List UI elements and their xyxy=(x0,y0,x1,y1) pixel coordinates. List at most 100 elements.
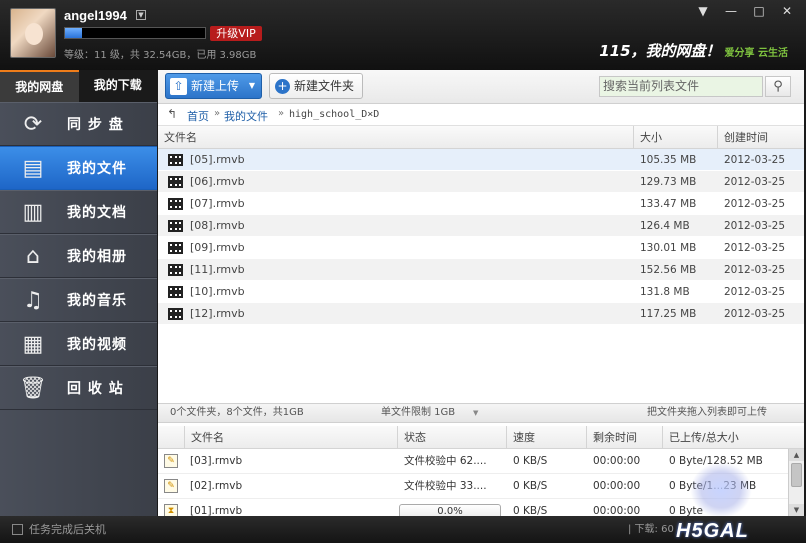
music-note-icon: ♫ xyxy=(23,288,43,313)
video-file-icon xyxy=(168,154,183,166)
file-size: 131.8 MB xyxy=(640,286,690,298)
search-icon[interactable]: ⚲ xyxy=(765,76,791,97)
task-file-name: [03].rmvb xyxy=(190,455,243,467)
video-file-icon xyxy=(168,264,183,276)
scroll-up-icon[interactable]: ▲ xyxy=(789,449,804,461)
task-remaining: 00:00:00 xyxy=(593,480,641,492)
brand-name: 115，我的网盘！ xyxy=(599,42,721,60)
task-speed: 0 KB/S xyxy=(513,505,548,516)
task-file-name: [02].rmvb xyxy=(190,480,243,492)
main-tabs: 我的网盘 我的下载 xyxy=(0,70,157,102)
breadcrumb-home[interactable]: 首页 xyxy=(187,108,209,124)
upgrade-vip-button[interactable]: 升级VIP xyxy=(210,26,262,41)
back-arrow-icon[interactable]: ↰ xyxy=(167,107,177,121)
task-column-speed[interactable]: 速度 xyxy=(506,426,586,449)
file-list: [05].rmvb 105.35 MB 2012-03-25 [06].rmvb… xyxy=(158,149,804,403)
video-file-icon xyxy=(168,242,183,254)
file-row[interactable]: [05].rmvb 105.35 MB 2012-03-25 xyxy=(158,149,804,171)
tab-my-downloads[interactable]: 我的下载 xyxy=(78,70,157,102)
sidebar-item-my-documents[interactable]: ▥ 我的文档 xyxy=(0,190,157,234)
file-row[interactable]: [11].rmvb 152.56 MB 2012-03-25 xyxy=(158,259,804,281)
file-date: 2012-03-25 xyxy=(724,154,786,166)
sidebar-item-recycle-bin[interactable]: 🗑 回 收 站 xyxy=(0,366,157,410)
sidebar-item-sync[interactable]: ⟳ 同 步 盘 xyxy=(0,102,157,146)
brand-logo: 115，我的网盘！ 爱分享 云生活 xyxy=(599,40,788,61)
task-speed: 0 KB/S xyxy=(513,455,548,467)
task-remaining: 00:00:00 xyxy=(593,505,641,516)
task-file-name: [01].rmvb xyxy=(190,505,243,516)
sidebar-item-label: 我的视频 xyxy=(67,337,127,353)
file-list-header: 文件名 大小 创建时间 xyxy=(158,126,804,149)
file-row[interactable]: [08].rmvb 126.4 MB 2012-03-25 xyxy=(158,215,804,237)
file-name: [06].rmvb xyxy=(190,175,245,188)
file-date: 2012-03-25 xyxy=(724,198,786,210)
file-size: 105.35 MB xyxy=(640,154,697,166)
upload-task-header: 文件名 状态 速度 剩余时间 已上传/总大小 xyxy=(158,426,804,449)
task-column-name[interactable]: 文件名 xyxy=(184,426,396,449)
file-row[interactable]: [09].rmvb 130.01 MB 2012-03-25 xyxy=(158,237,804,259)
task-column-uploaded[interactable]: 已上传/总大小 xyxy=(662,426,788,449)
file-row[interactable]: [12].rmvb 117.25 MB 2012-03-25 xyxy=(158,303,804,325)
video-file-icon xyxy=(168,308,183,320)
task-column-status[interactable]: 状态 xyxy=(397,426,506,449)
user-dropdown-icon[interactable]: ▼ xyxy=(136,10,146,20)
file-date: 2012-03-25 xyxy=(724,308,786,320)
checking-file-icon: ✎ xyxy=(164,479,178,493)
hourglass-icon: ⧗ xyxy=(164,504,178,516)
maximize-button[interactable]: □ xyxy=(748,2,770,20)
scroll-down-icon[interactable]: ▼ xyxy=(789,504,804,516)
sidebar-item-my-music[interactable]: ♫ 我的音乐 xyxy=(0,278,157,322)
task-remaining: 00:00:00 xyxy=(593,455,641,467)
avatar[interactable] xyxy=(10,8,56,58)
photo-album-icon: ⌂ xyxy=(26,244,40,269)
window-menu-button[interactable]: ▼ xyxy=(692,2,714,20)
minimize-button[interactable]: — xyxy=(720,2,742,20)
close-button[interactable]: ✕ xyxy=(776,2,798,20)
file-date: 2012-03-25 xyxy=(724,220,786,232)
username[interactable]: angel1994 xyxy=(64,8,127,23)
sidebar-item-my-files[interactable]: ▤ 我的文件 xyxy=(0,146,157,190)
scroll-thumb[interactable] xyxy=(791,463,802,487)
file-row[interactable]: [10].rmvb 131.8 MB 2012-03-25 xyxy=(158,281,804,303)
toolbar: ⇧ 新建上传 ▼ + 新建文件夹 搜索当前列表文件 ⚲ xyxy=(158,70,804,104)
briefcase-icon: ▤ xyxy=(22,156,44,181)
shutdown-label: 任务完成后关机 xyxy=(29,523,106,536)
video-file-icon xyxy=(168,220,183,232)
sync-icon: ⟳ xyxy=(23,112,43,137)
task-list-scrollbar[interactable]: ▲ ▼ xyxy=(788,449,804,516)
splitter-handle-icon[interactable]: ▼ xyxy=(473,404,478,422)
column-header-name[interactable]: 文件名 xyxy=(158,126,632,149)
search-input[interactable]: 搜索当前列表文件 xyxy=(599,76,763,97)
column-header-size[interactable]: 大小 xyxy=(633,126,717,149)
sidebar-item-label: 我的文件 xyxy=(67,161,127,177)
footer-bar: 任务完成后关机 | 下载: 60 H5GAL xyxy=(0,516,806,543)
chevron-down-icon[interactable]: ▼ xyxy=(249,74,255,98)
task-column-remaining[interactable]: 剩余时间 xyxy=(586,426,662,449)
file-list-status-bar: 0个文件夹，8个文件，共1GB 单文件限制 1GB ▼ 把文件夹拖入列表即可上传 xyxy=(158,403,804,423)
breadcrumb: ↰ 首页 » 我的文件 » high_school_D×D xyxy=(158,104,804,126)
tab-my-cloud[interactable]: 我的网盘 xyxy=(0,70,79,102)
video-file-icon xyxy=(168,286,183,298)
task-speed: 0 KB/S xyxy=(513,480,548,492)
sidebar-item-my-videos[interactable]: ▦ 我的视频 xyxy=(0,322,157,366)
file-size: 152.56 MB xyxy=(640,264,697,276)
plus-icon: + xyxy=(275,79,290,94)
title-bar: angel1994 ▼ 升级VIP 等级：11 级，共 32.54GB，已用 3… xyxy=(0,0,806,70)
drag-upload-hint: 把文件夹拖入列表即可上传 xyxy=(647,407,767,418)
file-name: [11].rmvb xyxy=(190,263,245,276)
new-folder-button[interactable]: + 新建文件夹 xyxy=(269,73,363,99)
sidebar-item-my-photos[interactable]: ⌂ 我的相册 xyxy=(0,234,157,278)
file-name: [12].rmvb xyxy=(190,307,245,320)
file-row[interactable]: [07].rmvb 133.47 MB 2012-03-25 xyxy=(158,193,804,215)
breadcrumb-my-files[interactable]: 我的文件 xyxy=(224,108,268,124)
sidebar: ⟳ 同 步 盘 ▤ 我的文件 ▥ 我的文档 ⌂ 我的相册 ♫ 我的音乐 ▦ 我的… xyxy=(0,102,157,516)
sidebar-item-label: 我的相册 xyxy=(67,249,127,265)
new-upload-button[interactable]: ⇧ 新建上传 ▼ xyxy=(165,73,262,99)
column-header-created[interactable]: 创建时间 xyxy=(717,126,804,149)
file-date: 2012-03-25 xyxy=(724,264,786,276)
file-row[interactable]: [06].rmvb 129.73 MB 2012-03-25 xyxy=(158,171,804,193)
new-folder-label: 新建文件夹 xyxy=(294,79,355,93)
shutdown-checkbox[interactable] xyxy=(12,524,23,535)
sidebar-item-label: 同 步 盘 xyxy=(67,117,124,133)
upload-icon: ⇧ xyxy=(170,78,187,95)
